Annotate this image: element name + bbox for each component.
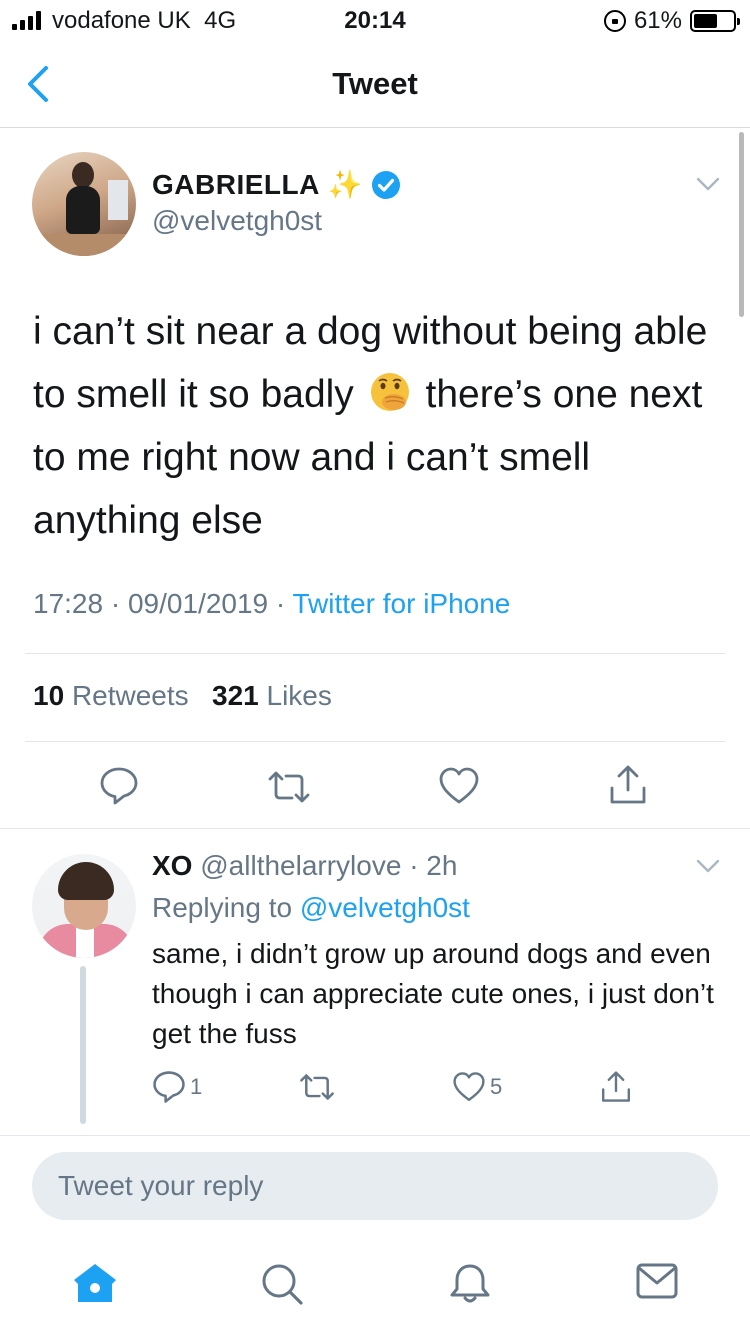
reply-like-button[interactable]: 5 [452, 1071, 502, 1103]
reply-input[interactable] [32, 1152, 718, 1220]
verified-badge-icon [371, 170, 400, 199]
tab-messages[interactable] [636, 1262, 678, 1305]
tab-home[interactable] [72, 1262, 118, 1309]
share-icon [610, 765, 646, 804]
reply-reply-button[interactable]: 1 [152, 1070, 202, 1104]
messages-icon [636, 1263, 678, 1299]
reply-author-name: XO [152, 850, 193, 881]
reply-author-handle: @allthelarrylove [200, 850, 402, 881]
divider [25, 741, 725, 742]
divider [0, 828, 750, 829]
tweet-date: 09/01/2019 [127, 588, 269, 619]
face-with-hand-over-mouth-emoji [370, 373, 409, 411]
share-button[interactable] [608, 764, 648, 806]
status-bar: vodafone UK 4G 20:14 61% [0, 0, 750, 40]
divider [0, 1135, 750, 1136]
reply-share-button[interactable] [600, 1070, 632, 1104]
orientation-lock-icon [603, 10, 626, 32]
retweets-stat[interactable]: 10 Retweets [33, 680, 189, 711]
battery-status: 61% [603, 7, 740, 35]
battery-percent: 61% [633, 7, 682, 34]
replying-to: Replying to @velvetgh0st [152, 892, 470, 923]
author-avatar[interactable] [32, 152, 136, 256]
replying-to-mention[interactable]: @velvetgh0st [300, 892, 470, 923]
tweet-metadata: 17:28 · 09/01/2019 · Twitter for iPhone [33, 588, 511, 619]
like-button[interactable] [438, 766, 480, 806]
author-name-row[interactable]: GABRIELLA ✨ [152, 168, 401, 201]
reply-header[interactable]: XO @allthelarrylove · 2h [152, 850, 457, 882]
tweet-source-link[interactable]: Twitter for iPhone [293, 588, 511, 619]
battery-icon [690, 10, 740, 32]
tweet-time: 17:28 [33, 588, 104, 619]
tweet-stats: 10 Retweets 321 Likes [33, 680, 332, 712]
heart-icon [453, 1072, 485, 1101]
likes-stat[interactable]: 321 Likes [212, 680, 332, 711]
like-count: 5 [490, 1074, 503, 1099]
share-icon [602, 1071, 630, 1102]
author-handle[interactable]: @velvetgh0st [152, 205, 322, 237]
notifications-icon [450, 1264, 490, 1303]
chevron-down-icon[interactable] [696, 176, 720, 192]
chevron-down-icon[interactable] [696, 858, 720, 874]
reply-count: 1 [190, 1074, 203, 1099]
reply-icon [153, 1071, 185, 1103]
divider [25, 653, 725, 654]
retweet-button[interactable] [266, 770, 312, 804]
search-icon [262, 1264, 303, 1305]
retweet-icon [300, 1074, 334, 1100]
page-title: Tweet [332, 66, 418, 101]
reply-age: · 2h [409, 850, 458, 881]
reply-text: same, i didn’t grow up around dogs and e… [152, 938, 714, 1049]
thread-line [80, 966, 86, 1124]
reply-icon [100, 767, 138, 805]
tweet-text: i can’t sit near a dog without being abl… [33, 310, 708, 542]
navigation-bar: Tweet [0, 40, 750, 128]
tab-search[interactable] [260, 1262, 304, 1311]
tab-bar [0, 1240, 750, 1334]
scroll-indicator [739, 132, 744, 317]
tab-notifications[interactable] [448, 1262, 492, 1311]
heart-icon [439, 767, 479, 804]
reply-retweet-button[interactable] [298, 1073, 336, 1101]
sparkles-emoji: ✨ [327, 169, 363, 200]
author-name: GABRIELLA [152, 168, 320, 200]
retweet-icon [268, 771, 310, 803]
reply-author-avatar[interactable] [32, 854, 136, 958]
reply-button[interactable] [99, 766, 139, 806]
home-icon [74, 1264, 116, 1302]
